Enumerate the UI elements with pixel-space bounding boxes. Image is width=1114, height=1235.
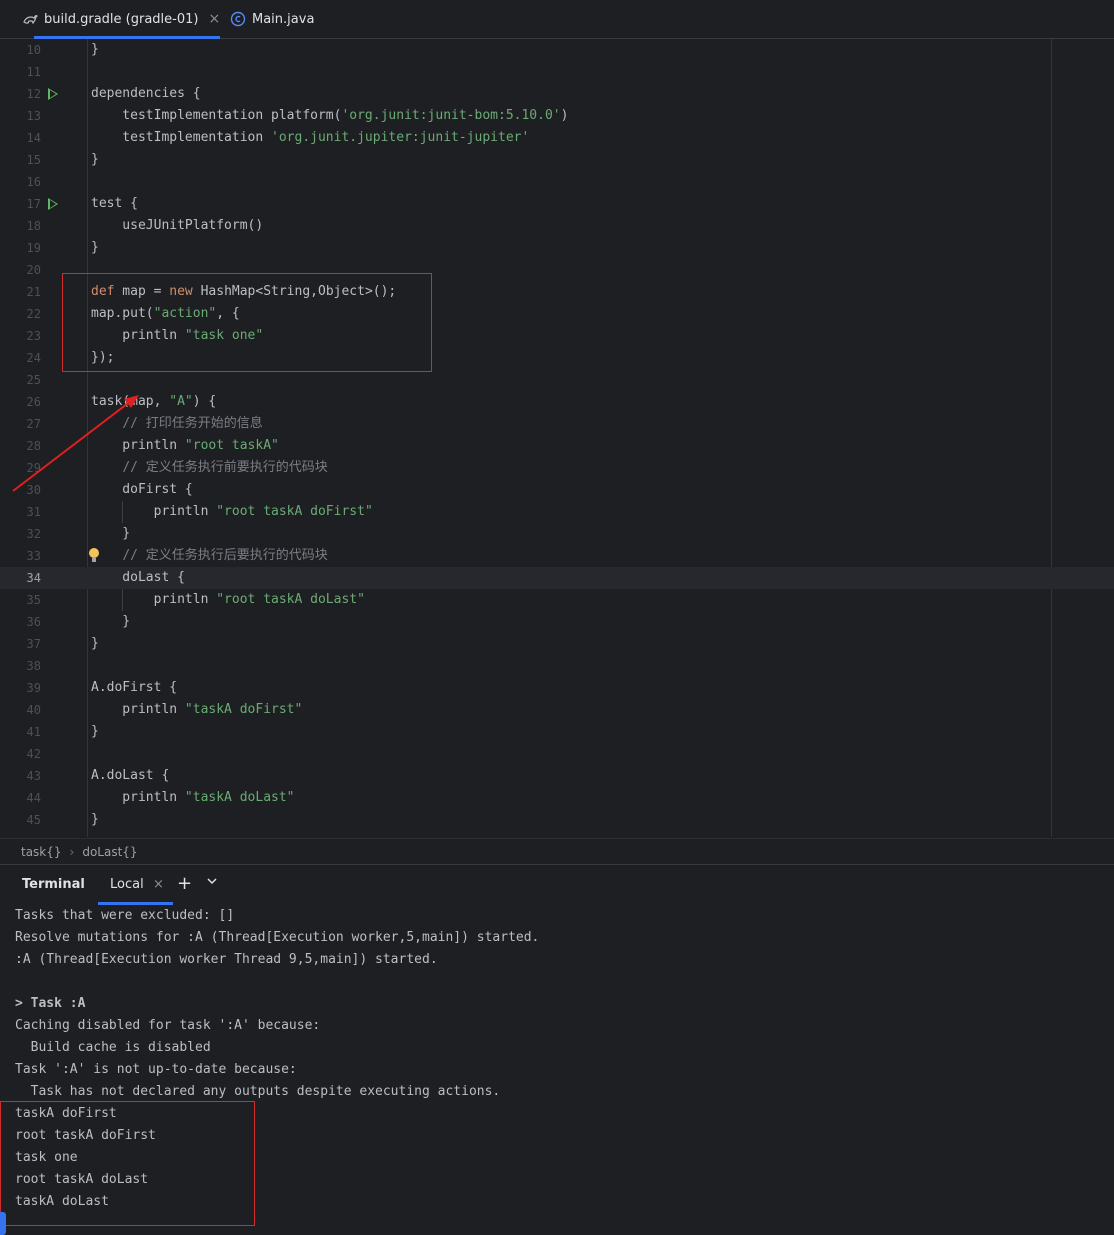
terminal-line: Tasks that were excluded: [] bbox=[15, 908, 235, 923]
tab-label: Main.java bbox=[252, 11, 315, 27]
close-icon[interactable]: × bbox=[208, 11, 220, 27]
tab-build-gradle[interactable]: build.gradle (gradle-01) × bbox=[22, 0, 221, 39]
gradle-icon bbox=[23, 15, 38, 25]
code-editor[interactable]: 10} 11 12 dependencies {13 testImplementati… bbox=[0, 39, 1114, 837]
terminal-line: Task has not declared any outputs despit… bbox=[15, 1084, 501, 1099]
terminal-line: Task ':A' is not up-to-date because: bbox=[15, 1062, 297, 1077]
add-icon[interactable]: + bbox=[177, 873, 192, 894]
tab-terminal-local[interactable]: Local × bbox=[98, 865, 173, 905]
terminal-line: Build cache is disabled bbox=[15, 1040, 211, 1055]
editor-tab-bar: build.gradle (gradle-01) × Main.java bbox=[0, 0, 1114, 39]
close-icon[interactable]: × bbox=[153, 877, 164, 892]
terminal-line: Resolve mutations for :A (Thread[Executi… bbox=[15, 930, 540, 945]
breadcrumb-item-dolast[interactable]: doLast{} bbox=[82, 845, 137, 859]
annotation-arrow bbox=[12, 395, 139, 492]
terminal-line: > Task :A bbox=[15, 996, 86, 1011]
breadcrumb-item-task[interactable]: task{} bbox=[21, 845, 62, 859]
terminal-header: Terminal Local × + bbox=[0, 864, 1114, 905]
terminal-line: Caching disabled for task ':A' because: bbox=[15, 1018, 321, 1033]
terminal-tab-label: Local bbox=[110, 877, 144, 892]
chevron-down-icon[interactable] bbox=[206, 875, 218, 890]
tab-label: build.gradle (gradle-01) bbox=[44, 11, 199, 27]
chevron-right-icon: › bbox=[69, 845, 75, 859]
scroll-indicator bbox=[0, 1212, 6, 1235]
tab-main-java[interactable]: Main.java bbox=[230, 0, 314, 38]
terminal-output[interactable]: Tasks that were excluded: [] Resolve muta… bbox=[0, 905, 1114, 1235]
breadcrumb: task{} › doLast{} bbox=[0, 838, 1114, 865]
java-class-icon bbox=[230, 11, 246, 27]
terminal-line: :A (Thread[Execution worker Thread 9,5,m… bbox=[15, 952, 438, 967]
highlight-box-output bbox=[0, 1101, 255, 1226]
terminal-title: Terminal bbox=[22, 877, 85, 892]
